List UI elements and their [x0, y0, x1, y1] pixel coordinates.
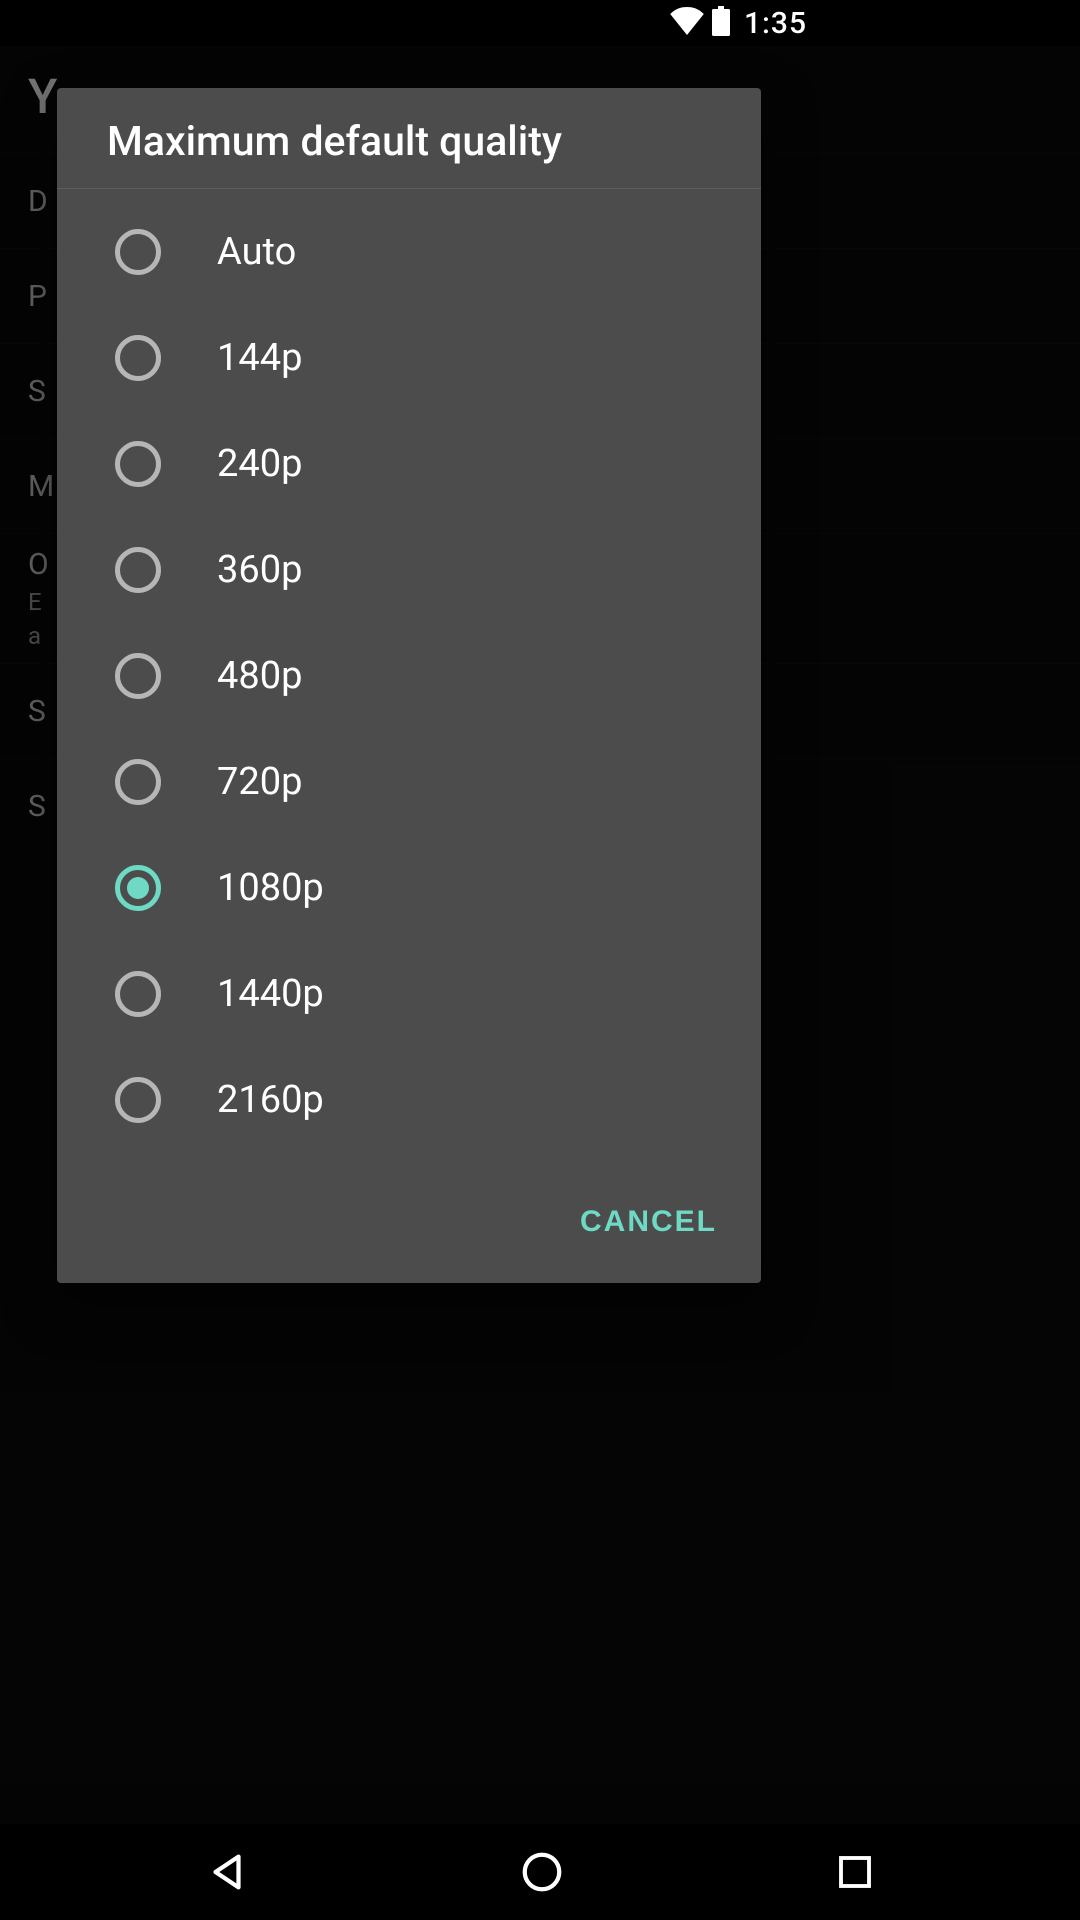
option-1080p[interactable]: 1080p [57, 835, 761, 941]
option-label: 2160p [217, 1078, 324, 1122]
quality-dialog: Maximum default quality Auto 144p 240p 3… [57, 88, 761, 1283]
option-240p[interactable]: 240p [57, 411, 761, 517]
option-2160p[interactable]: 2160p [57, 1047, 761, 1153]
option-144p[interactable]: 144p [57, 305, 761, 411]
option-720p[interactable]: 720p [57, 729, 761, 835]
back-icon[interactable] [204, 1849, 250, 1895]
radio-icon [115, 971, 161, 1017]
wifi-icon [670, 7, 704, 39]
option-label: 1440p [217, 972, 324, 1016]
radio-icon [115, 229, 161, 275]
option-label: 360p [217, 548, 302, 592]
option-1440p[interactable]: 1440p [57, 941, 761, 1047]
radio-icon [115, 759, 161, 805]
recent-icon[interactable] [834, 1851, 876, 1893]
radio-icon [115, 441, 161, 487]
option-label: 480p [217, 654, 302, 698]
nav-bar [0, 1824, 1080, 1920]
option-label: 240p [217, 442, 302, 486]
option-label: 1080p [217, 866, 324, 910]
radio-icon [115, 547, 161, 593]
battery-icon [712, 6, 730, 40]
dialog-title: Maximum default quality [57, 88, 761, 189]
option-360p[interactable]: 360p [57, 517, 761, 623]
radio-icon [115, 335, 161, 381]
option-label: 144p [217, 336, 302, 380]
dialog-actions: CANCEL [57, 1173, 761, 1283]
option-auto[interactable]: Auto [57, 199, 761, 305]
dialog-options: Auto 144p 240p 360p 480p 720p 1080p 144 [57, 189, 761, 1173]
radio-icon [115, 1077, 161, 1123]
status-bar: 1:35 [0, 0, 819, 46]
cancel-button[interactable]: CANCEL [564, 1191, 733, 1253]
status-time: 1:35 [744, 6, 807, 41]
home-icon[interactable] [519, 1849, 565, 1895]
option-label: Auto [217, 230, 296, 274]
option-label: 720p [217, 760, 302, 804]
radio-icon [115, 653, 161, 699]
radio-icon [115, 865, 161, 911]
option-480p[interactable]: 480p [57, 623, 761, 729]
